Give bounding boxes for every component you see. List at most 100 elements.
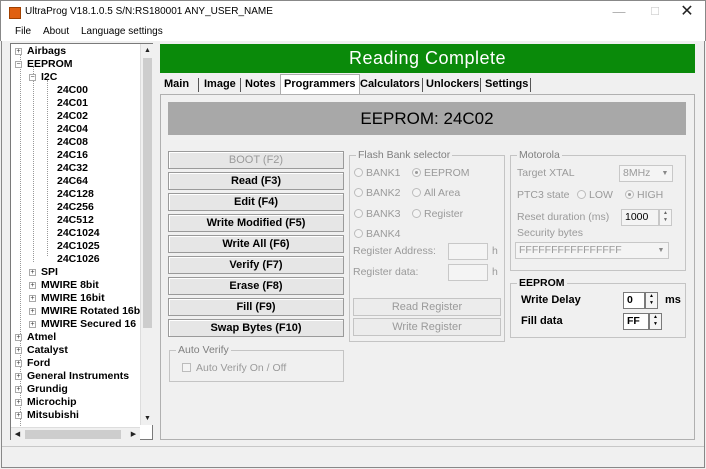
spin-down-icon[interactable]: ▼ [663,217,668,223]
write-all-button[interactable]: Write All (F6) [168,235,344,253]
write-delay-spinner[interactable]: ▲ ▼ [645,292,658,309]
scroll-right-icon[interactable]: ▶ [127,428,140,441]
scroll-thumb[interactable] [25,430,121,439]
expand-icon[interactable]: + [29,308,36,315]
tree-item-ford[interactable]: + Ford [15,357,50,370]
tree-item-eeprom[interactable]: − EEPROM [15,58,73,71]
tree-item-24c512[interactable]: 24C512 [57,214,94,227]
tree-item-24c256[interactable]: 24C256 [57,201,94,214]
swap-bytes-button[interactable]: Swap Bytes (F10) [168,319,344,337]
edit-button[interactable]: Edit (F4) [168,193,344,211]
read-register-button[interactable]: Read Register [353,298,501,316]
tree-item-24c1025[interactable]: 24C1025 [57,240,100,253]
expand-icon[interactable]: + [15,399,22,406]
tree-item-grundig[interactable]: + Grundig [15,383,68,396]
menu-language-settings[interactable]: Language settings [81,26,163,37]
tab-notes[interactable]: Notes [245,76,276,93]
menu-about[interactable]: About [43,26,69,37]
spin-down-icon[interactable]: ▼ [653,321,658,327]
tree-item-24c128[interactable]: 24C128 [57,188,94,201]
scroll-up-icon[interactable]: ▲ [141,44,154,57]
verify-button[interactable]: Verify (F7) [168,256,344,274]
expand-icon[interactable]: + [29,295,36,302]
bank2-radio[interactable]: BANK2 [354,187,400,199]
tree-item-general-instruments[interactable]: + General Instruments [15,370,129,383]
ptc3-low-radio[interactable]: LOW [577,189,613,201]
reset-duration-spinner[interactable]: ▲ ▼ [659,209,672,226]
bank3-radio[interactable]: BANK3 [354,208,400,220]
spin-up-icon[interactable]: ▲ [649,293,654,299]
write-register-button[interactable]: Write Register [353,318,501,336]
menu-file[interactable]: File [15,26,31,37]
tree-item-i2c[interactable]: − I2C [29,71,57,84]
all-area-radio[interactable]: All Area [412,187,460,199]
tree-item-24c01[interactable]: 24C01 [57,97,88,110]
tree-item-microchip[interactable]: + Microchip [15,396,77,409]
reset-duration-input[interactable]: 1000 [621,209,659,226]
tree-item-mwire-8bit[interactable]: + MWIRE 8bit [29,279,99,292]
expand-icon[interactable]: + [15,386,22,393]
tab-programmers[interactable]: Programmers [280,74,360,94]
tree-item-atmel[interactable]: + Atmel [15,331,56,344]
tree-item-mwire-16bit[interactable]: + MWIRE 16bit [29,292,105,305]
expand-icon[interactable]: + [15,373,22,380]
register-address-input[interactable] [448,243,488,260]
tree-item-24c08[interactable]: 24C08 [57,136,88,149]
tree-item-24c64[interactable]: 24C64 [57,175,88,188]
expand-icon[interactable]: + [15,334,22,341]
tree-item-mitsubishi[interactable]: + Mitsubishi [15,409,79,422]
security-bytes-select[interactable]: FFFFFFFFFFFFFFFF ▼ [515,242,669,259]
bank1-radio[interactable]: BANK1 [354,167,400,179]
collapse-icon[interactable]: − [29,74,36,81]
expand-icon[interactable]: + [15,347,22,354]
expand-icon[interactable]: + [29,282,36,289]
auto-verify-checkbox[interactable]: Auto Verify On / Off [182,362,286,374]
spin-down-icon[interactable]: ▼ [649,300,654,306]
close-button[interactable]: ✕ [665,1,706,23]
eeprom-radio[interactable]: EEPROM [412,167,470,179]
fill-data-spinner[interactable]: ▲ ▼ [649,313,662,330]
expand-icon[interactable]: + [15,412,22,419]
tab-calculators[interactable]: Calculators [360,76,420,93]
tab-main[interactable]: Main [164,76,189,93]
tree-item-24c04[interactable]: 24C04 [57,123,88,136]
write-modified-button[interactable]: Write Modified (F5) [168,214,344,232]
tree-horizontal-scrollbar[interactable]: ◀ ▶ [11,427,140,440]
register-data-input[interactable] [448,264,488,281]
tab-image[interactable]: Image [204,76,236,93]
erase-button[interactable]: Erase (F8) [168,277,344,295]
read-button[interactable]: Read (F3) [168,172,344,190]
boot-button[interactable]: BOOT (F2) [168,151,344,169]
register-radio[interactable]: Register [412,208,463,220]
tree-item-mwire-secured[interactable]: + MWIRE Secured 16 [29,318,136,331]
tree-item-24c02[interactable]: 24C02 [57,110,88,123]
ptc3-high-radio[interactable]: HIGH [625,189,663,201]
tree-item-24c32[interactable]: 24C32 [57,162,88,175]
collapse-icon[interactable]: − [15,61,22,68]
bank4-radio[interactable]: BANK4 [354,228,400,240]
fill-button[interactable]: Fill (F9) [168,298,344,316]
spin-up-icon[interactable]: ▲ [663,210,668,216]
tree-item-24c1026[interactable]: 24C1026 [57,253,100,266]
tree-item-24c1024[interactable]: 24C1024 [57,227,100,240]
tab-unlockers[interactable]: Unlockers [426,76,479,93]
tree-item-catalyst[interactable]: + Catalyst [15,344,68,357]
target-xtal-select[interactable]: 8MHz ▼ [619,165,673,182]
write-delay-input[interactable]: 0 [623,292,645,309]
spin-up-icon[interactable]: ▲ [653,314,658,320]
dropdown-arrow-icon[interactable]: ▼ [659,167,671,180]
tree-vertical-scrollbar[interactable]: ▲ ▼ [140,44,153,425]
expand-icon[interactable]: + [29,269,36,276]
dropdown-arrow-icon[interactable]: ▼ [655,244,667,257]
expand-icon[interactable]: + [29,321,36,328]
fill-data-input[interactable]: FF [623,313,649,330]
tree-item-spi[interactable]: + SPI [29,266,58,279]
scroll-thumb[interactable] [143,58,152,328]
tree-item-24c16[interactable]: 24C16 [57,149,88,162]
tab-settings[interactable]: Settings [485,76,528,93]
scroll-down-icon[interactable]: ▼ [141,412,154,425]
tree-item-mwire-rotated[interactable]: + MWIRE Rotated 16b [29,305,140,318]
tree-item-24c00[interactable]: 24C00 [57,84,88,97]
expand-icon[interactable]: + [15,360,22,367]
expand-icon[interactable]: + [15,48,22,55]
